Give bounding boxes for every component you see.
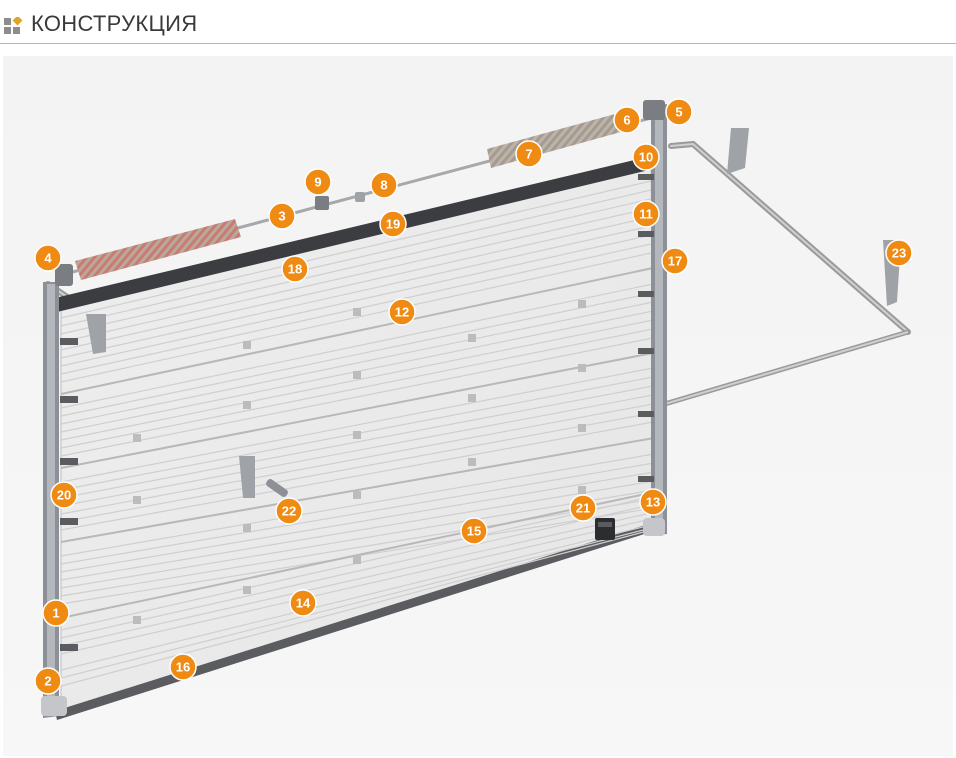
callout-13: 13 — [639, 488, 667, 516]
callout-18: 18 — [281, 255, 309, 283]
callout-number: 22 — [282, 504, 296, 519]
callout-number: 15 — [467, 524, 481, 539]
callout-2: 2 — [34, 667, 62, 695]
callout-number: 11 — [639, 207, 653, 222]
callout-number: 17 — [668, 254, 682, 269]
callout-number: 7 — [525, 147, 532, 162]
callout-11: 11 — [632, 200, 660, 228]
section-header: КОНСТРУКЦИЯ — [0, 0, 956, 44]
right-drum — [643, 100, 665, 120]
callout-number: 14 — [296, 596, 311, 611]
callout-3: 3 — [268, 202, 296, 230]
callout-23: 23 — [885, 239, 913, 267]
blocks-icon — [4, 17, 23, 34]
callout-number: 16 — [176, 660, 190, 675]
door-construction-diagram: 1 2 3 4 5 6 7 8 9 10 11 12 13 14 15 16 17 18 19 20 21 22 23 — [3, 56, 953, 756]
callout-number: 21 — [576, 501, 590, 516]
callout-number: 1 — [52, 606, 59, 621]
callout-20: 20 — [50, 481, 78, 509]
callout-7: 7 — [515, 140, 543, 168]
callout-number: 13 — [646, 495, 660, 510]
right-bottom-bracket — [643, 518, 665, 536]
callout-1: 1 — [42, 599, 70, 627]
callout-number: 12 — [395, 305, 409, 320]
callout-17: 17 — [661, 247, 689, 275]
center-bearing — [355, 192, 365, 202]
callout-number: 23 — [892, 246, 906, 261]
callout-22: 22 — [275, 497, 303, 525]
callout-15: 15 — [460, 517, 488, 545]
callout-number: 2 — [44, 674, 51, 689]
callout-19: 19 — [379, 210, 407, 238]
callout-10: 10 — [632, 143, 660, 171]
callout-number: 5 — [675, 105, 682, 120]
door-lock — [595, 518, 615, 540]
callout-number: 20 — [57, 488, 71, 503]
callout-4: 4 — [34, 244, 62, 272]
callout-14: 14 — [289, 589, 317, 617]
callout-6: 6 — [613, 106, 641, 134]
callout-number: 9 — [314, 175, 321, 190]
callout-number: 19 — [386, 217, 400, 232]
section-title: КОНСТРУКЦИЯ — [31, 11, 198, 36]
callout-9: 9 — [304, 168, 332, 196]
callout-16: 16 — [169, 653, 197, 681]
door-illustration: 1234567891011121314151617181920212223 — [3, 56, 953, 756]
callout-21: 21 — [569, 494, 597, 522]
callout-number: 8 — [380, 178, 387, 193]
callout-number: 6 — [623, 113, 630, 128]
shaft-coupling — [315, 196, 329, 210]
callout-number: 4 — [44, 251, 52, 266]
callout-number: 3 — [278, 209, 285, 224]
left-bottom-bracket — [41, 696, 67, 716]
callout-8: 8 — [370, 171, 398, 199]
callout-number: 10 — [639, 150, 653, 165]
callout-12: 12 — [388, 298, 416, 326]
callout-number: 18 — [288, 262, 302, 277]
callout-5: 5 — [665, 98, 693, 126]
